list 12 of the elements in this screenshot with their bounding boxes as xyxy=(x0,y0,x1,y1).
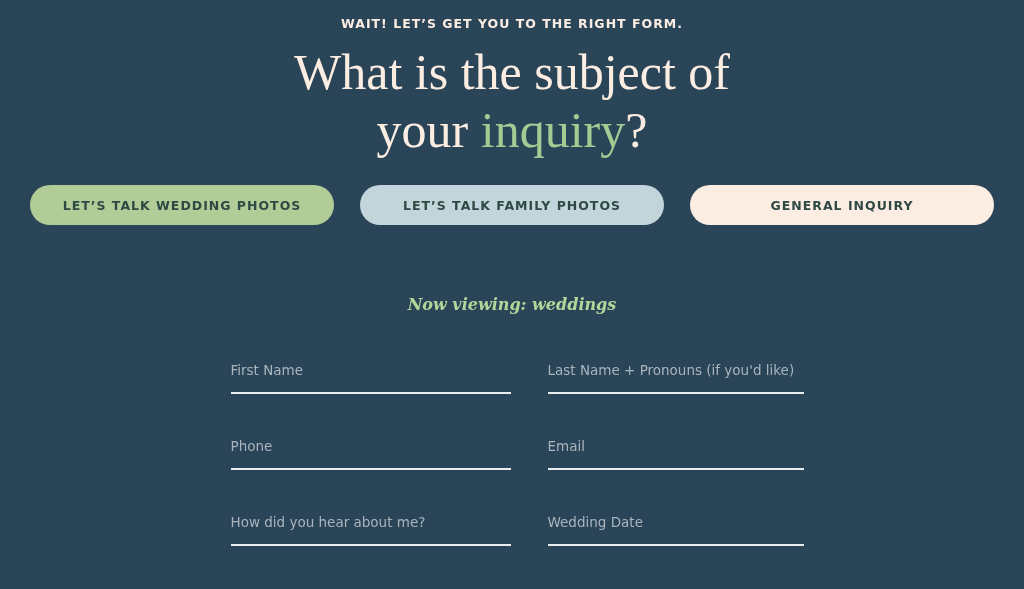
input-field[interactable]: First Name xyxy=(230,358,511,394)
input-field[interactable]: Last Name + Pronouns (if you'd like) xyxy=(547,358,804,394)
inquiry-option-button[interactable]: GENERAL INQUIRY xyxy=(690,185,994,225)
viewing-label: Now viewing: weddings xyxy=(407,295,617,314)
input-field[interactable]: How did you hear about me? xyxy=(230,510,511,546)
input-field[interactable]: Email xyxy=(547,434,804,470)
eyebrow-text: WAIT! LET’S GET YOU TO THE RIGHT FORM. xyxy=(341,16,683,31)
inquiry-option-button[interactable]: LET’S TALK FAMILY PHOTOS xyxy=(360,185,664,225)
input-field[interactable]: Phone xyxy=(230,434,511,470)
input-field[interactable]: Wedding Date xyxy=(547,510,804,546)
page-heading: What is the subject of your inquiry? xyxy=(293,43,731,159)
inquiry-option-button[interactable]: LET’S TALK WEDDING PHOTOS xyxy=(30,185,334,225)
